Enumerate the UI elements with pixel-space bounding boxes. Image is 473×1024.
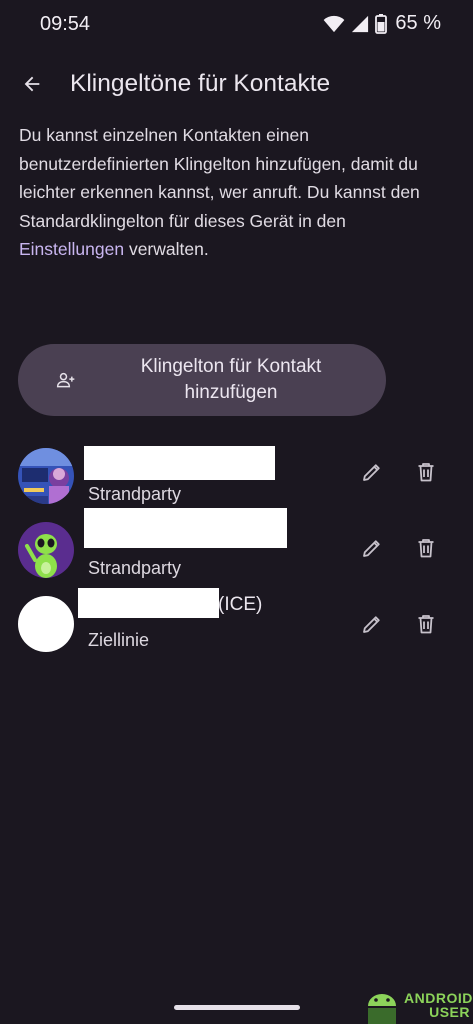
gesture-handle[interactable]: [174, 1005, 300, 1010]
battery-percent: 65 %: [395, 12, 441, 34]
delete-button[interactable]: [410, 532, 442, 564]
pencil-icon: [363, 540, 380, 557]
description-text: Du kannst einzelnen Kontakten einen benu…: [19, 121, 449, 264]
status-icons: 65 %: [323, 12, 441, 35]
signal-icon: [352, 15, 369, 32]
androiduser-watermark: ANDROID USER: [362, 988, 473, 1024]
pencil-icon: [363, 616, 380, 633]
edit-button[interactable]: [356, 456, 388, 488]
back-button[interactable]: [16, 68, 48, 100]
trash-icon: [418, 463, 434, 482]
contact-ringtone: Strandparty: [88, 484, 182, 504]
add-button-label-line2: hinzufügen: [184, 382, 278, 403]
contact-row[interactable]: (ICE) Ziellinie: [0, 588, 473, 658]
wifi-icon: [324, 15, 345, 32]
avatar: [18, 522, 74, 578]
trash-icon: [418, 615, 434, 634]
contact-row[interactable]: Strandparty: [0, 508, 473, 584]
page-title: Klingeltöne für Kontakte: [70, 70, 331, 97]
pencil-icon: [363, 464, 380, 481]
add-contact-ringtone-button[interactable]: Klingelton für Kontakt hinzufügen: [18, 344, 386, 416]
contact-name-redacted: [84, 446, 275, 480]
watermark-text: ANDROID USER: [404, 991, 473, 1019]
status-bar: 09:54 65 %: [0, 0, 473, 48]
description-suffix: verwalten.: [124, 239, 209, 260]
person-add-icon: [56, 372, 75, 388]
android-robot-icon: [368, 994, 396, 1024]
avatar: [18, 596, 74, 652]
status-time: 09:54: [40, 13, 91, 35]
avatar: [18, 448, 74, 504]
edit-button[interactable]: [356, 532, 388, 564]
description-body: Du kannst einzelnen Kontakten einen benu…: [19, 125, 420, 231]
contact-name-redacted: [84, 508, 287, 548]
trash-icon: [418, 539, 434, 558]
watermark-line2: USER: [429, 1004, 470, 1020]
delete-button[interactable]: [410, 456, 442, 488]
contact-ringtone: Ziellinie: [88, 630, 150, 650]
contact-name-suffix: (ICE): [218, 594, 263, 615]
battery-icon: [375, 13, 388, 34]
add-button-label-line1: Klingelton für Kontakt: [140, 356, 322, 377]
contact-ringtone: Strandparty: [88, 558, 182, 578]
watermark-line1: ANDROID: [404, 990, 473, 1006]
contact-row[interactable]: Strandparty: [0, 440, 473, 510]
add-button-label: Klingelton für Kontakt hinzufügen: [103, 354, 359, 406]
edit-button[interactable]: [356, 608, 388, 640]
delete-button[interactable]: [410, 608, 442, 640]
arrow-back-icon: [24, 76, 40, 92]
settings-link[interactable]: Einstellungen: [19, 239, 124, 259]
contact-name-redacted: [78, 588, 219, 618]
app-bar: Klingeltöne für Kontakte: [0, 60, 473, 108]
